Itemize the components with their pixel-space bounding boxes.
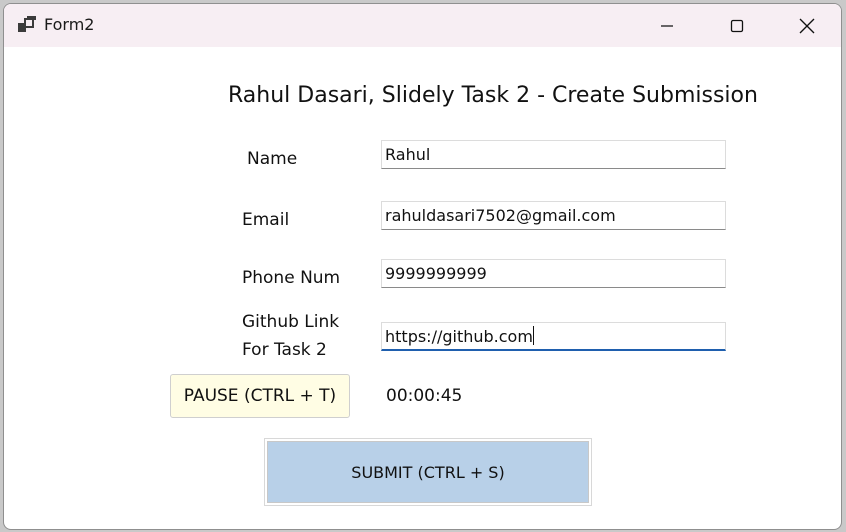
phone-field[interactable]: 9999999999 [381,259,726,288]
maximize-icon [730,19,744,32]
github-label-line1: Github Link [242,312,340,332]
github-label-line2: For Task 2 [242,340,327,360]
name-label: Name [247,149,298,169]
github-link-value: https://github.com [385,327,533,346]
form-heading: Rahul Dasari, Slidely Task 2 - Create Su… [228,83,758,108]
email-field[interactable]: rahuldasari7502@gmail.com [381,201,726,230]
maximize-button[interactable] [702,4,772,47]
name-field[interactable]: Rahul [381,140,726,169]
close-button[interactable] [772,4,841,47]
minimize-icon [661,24,673,27]
window-title: Form2 [44,15,95,34]
github-link-field[interactable]: https://github.com [381,322,726,351]
text-caret [532,326,534,345]
phone-label: Phone Num [242,268,341,288]
close-icon [799,18,815,33]
submit-button[interactable]: SUBMIT (CTRL + S) [265,439,591,505]
app-window-icon [18,16,36,32]
minimize-button[interactable] [632,4,702,47]
stopwatch-timer: 00:00:45 [386,386,463,406]
form-window: Form2 Rahul Dasari, Slidely Task 2 - Cre… [3,3,842,530]
email-label: Email [242,210,290,230]
pause-button[interactable]: PAUSE (CTRL + T) [170,374,350,418]
title-bar[interactable]: Form2 [4,4,841,47]
